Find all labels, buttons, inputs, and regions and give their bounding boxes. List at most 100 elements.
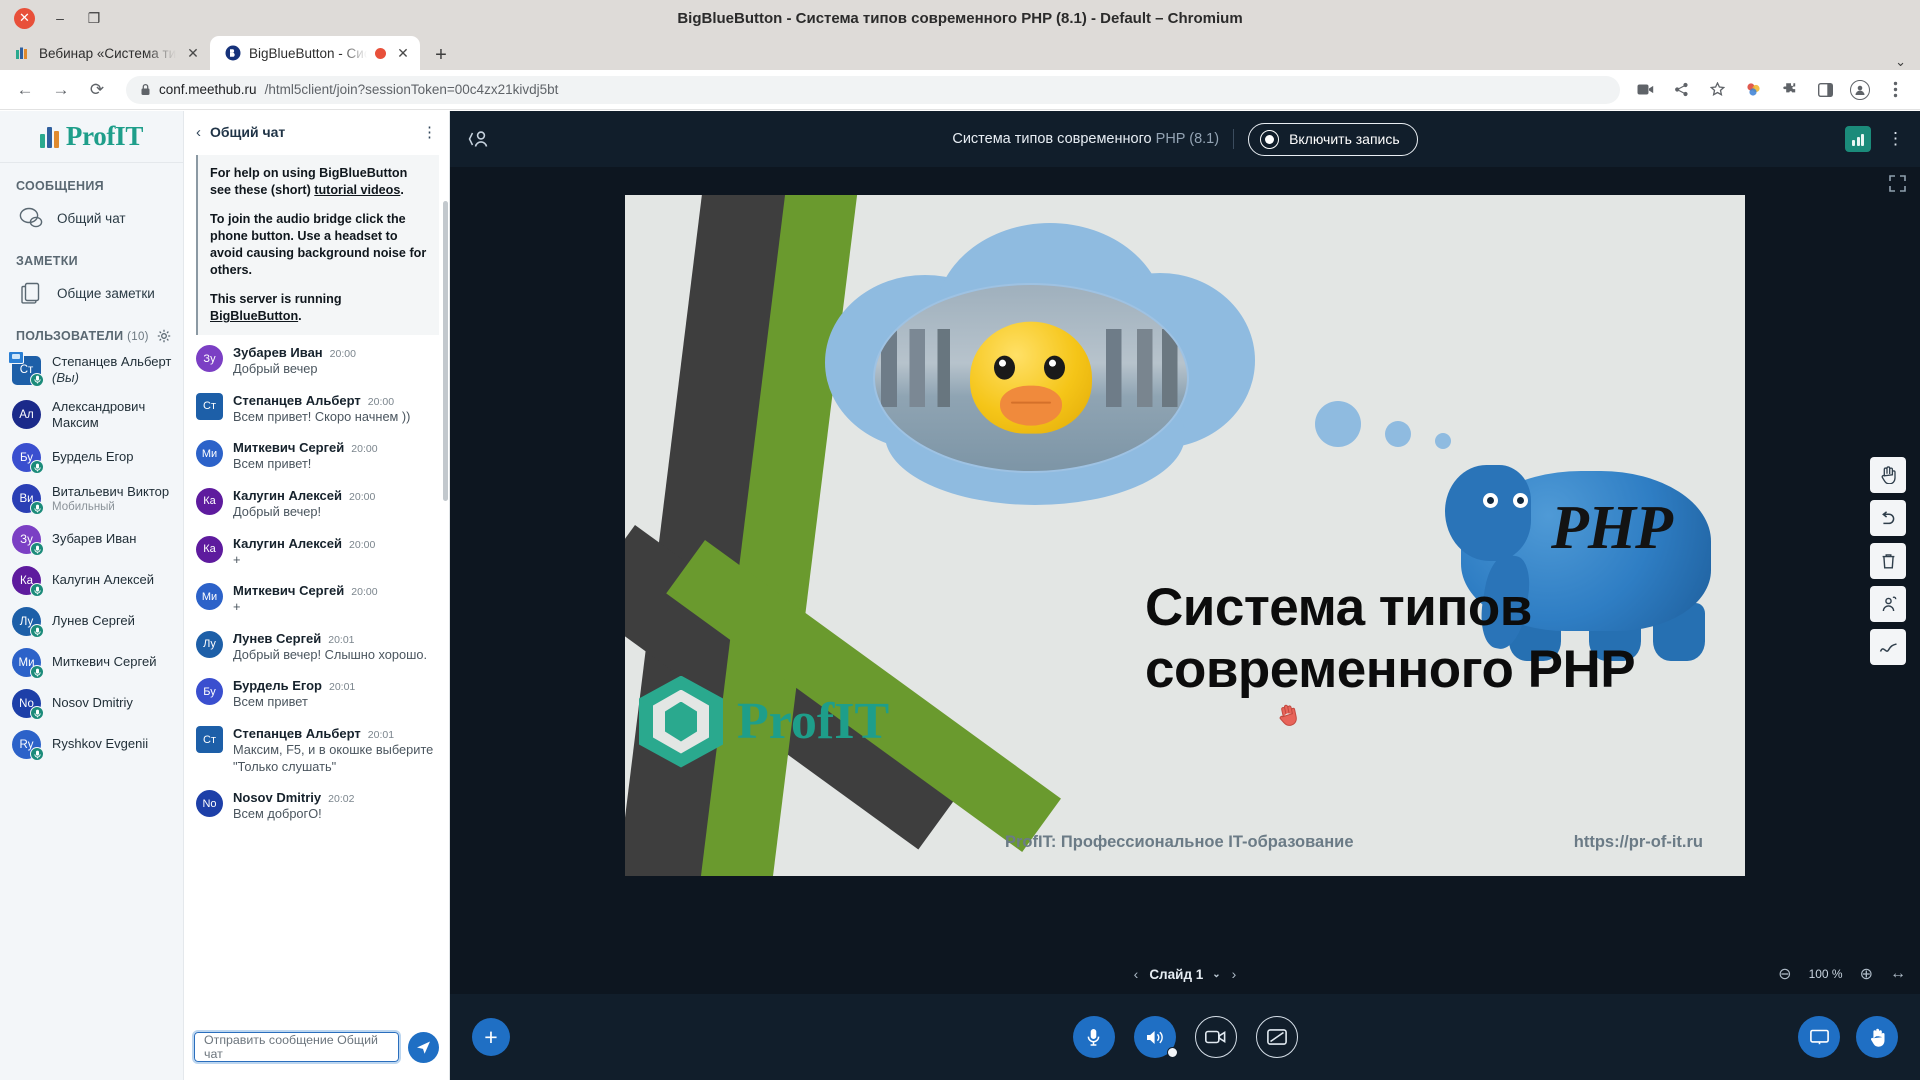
back-icon[interactable]: ← — [10, 75, 40, 105]
chat-panel-header: ‹ Общий чат ⋮ — [184, 111, 449, 153]
chat-message-time: 20:01 — [329, 681, 356, 694]
thought-cloud-graphic — [785, 215, 1285, 545]
slide-canvas[interactable]: PHP ProfIT Система типов современного PH… — [625, 194, 1745, 876]
avatar: Бу — [12, 443, 44, 474]
user-list-item[interactable]: Бу Бурдель Егор — [0, 437, 183, 478]
slide-profit-logo: ProfIT — [639, 675, 889, 768]
user-list-item[interactable]: Ст Степанцев Альберт (Вы) — [0, 348, 183, 393]
chat-input-row: Отправить сообщение Общий чат — [184, 1022, 449, 1080]
presentation-toggle-button[interactable] — [1798, 1016, 1840, 1058]
tabstrip-menu-icon[interactable]: ⌄ — [1895, 54, 1920, 70]
chat-message-author: Калугин Алексей — [233, 487, 343, 503]
user-list-item[interactable]: Лу Лунев Сергей — [0, 601, 183, 642]
puzzle-extension-icon[interactable] — [1778, 79, 1800, 101]
user-list-item[interactable]: Ви Витальевич Виктор Мобильный — [0, 478, 183, 519]
chat-message: Ст Степанцев Альберт 20:01 Максим, F5, и в … — [196, 726, 439, 775]
share-webcam-button[interactable] — [1194, 1016, 1237, 1058]
pencil-tool[interactable] — [1870, 629, 1906, 665]
sidebar-item-public-chat[interactable]: Общий чат — [0, 198, 183, 238]
presentation-area[interactable]: PHP ProfIT Система типов современного PH… — [450, 167, 1920, 903]
leave-audio-button[interactable] — [1133, 1016, 1178, 1058]
user-list-item[interactable]: Ал Александрович Максим — [0, 393, 183, 438]
browser-tab-1[interactable]: Вебинар «Система типов ✕ — [0, 36, 210, 70]
microphone-icon — [1086, 1028, 1101, 1047]
chat-message-author: Бурдель Егор — [233, 678, 322, 694]
raise-hand-button[interactable] — [1856, 1016, 1898, 1058]
actions-plus-button[interactable]: + — [472, 1018, 510, 1056]
user-list-item[interactable]: Ry Ryshkov Evgenii — [0, 724, 183, 765]
user-name: Зубарев Иван — [52, 531, 137, 547]
bookmark-star-icon[interactable] — [1706, 79, 1728, 101]
profit-favicon-icon — [14, 45, 31, 62]
user-list-item[interactable]: Ка Калугин Алексей — [0, 560, 183, 601]
mute-microphone-button[interactable] — [1072, 1016, 1115, 1058]
browser-tab-2[interactable]: BigBlueButton - Систе ✕ — [210, 36, 420, 70]
extension-color-icon[interactable] — [1742, 79, 1764, 101]
avatar: No — [196, 790, 223, 823]
window-close-button[interactable]: ✕ — [14, 7, 35, 29]
user-list-item[interactable]: No Nosov Dmitriy — [0, 683, 183, 724]
delete-annotations-tool[interactable] — [1870, 543, 1906, 579]
options-kebab-icon[interactable]: ⋮ — [1887, 129, 1904, 149]
address-bar[interactable]: conf.meethub.ru /html5client/join?sessio… — [126, 75, 1620, 104]
window-minimize-button[interactable]: – — [51, 9, 69, 27]
fit-to-width-button[interactable]: ↔ — [1890, 965, 1906, 983]
rubber-duck-graphic — [956, 321, 1106, 449]
welcome-link[interactable]: tutorial videos — [314, 183, 400, 197]
chat-welcome-message: For help on using BigBlueButton see thes… — [196, 155, 439, 335]
chat-message-list[interactable]: For help on using BigBlueButton see thes… — [184, 153, 449, 1022]
browser-menu-icon[interactable] — [1884, 79, 1906, 101]
chat-message-time: 20:02 — [328, 793, 355, 806]
window-maximize-button[interactable]: ❐ — [85, 9, 103, 27]
slide-selector-dropdown[interactable]: Слайд 1 ⌄ — [1149, 967, 1220, 982]
avatar-initials: Ми — [196, 440, 223, 468]
send-paper-plane-icon — [416, 1040, 431, 1055]
lock-icon — [140, 83, 151, 96]
next-slide-button[interactable]: › — [1232, 966, 1237, 982]
start-recording-button[interactable]: Включить запись — [1248, 122, 1418, 156]
browser-tab-2-close-icon[interactable]: ✕ — [394, 44, 412, 62]
pan-tool[interactable] — [1870, 457, 1906, 493]
avatar: Ал — [12, 400, 41, 430]
share-icon[interactable] — [1670, 79, 1692, 101]
presentation-toolbar — [1870, 457, 1906, 665]
sidebar-item-shared-notes[interactable]: Общие заметки — [0, 273, 183, 313]
user-list-item[interactable]: Зу Зубарев Иван — [0, 519, 183, 560]
forward-icon[interactable]: → — [46, 75, 76, 105]
profile-avatar-icon[interactable] — [1850, 79, 1870, 100]
camera-icon[interactable] — [1634, 79, 1656, 101]
multi-user-whiteboard-tool[interactable] — [1870, 586, 1906, 622]
slide-title: Система типов современного PHP — [1145, 577, 1725, 701]
undo-tool[interactable] — [1870, 500, 1906, 536]
previous-slide-button[interactable]: ‹ — [1134, 966, 1139, 982]
user-name: Миткевич Сергей — [52, 654, 157, 670]
gear-icon[interactable] — [157, 329, 171, 343]
chat-message-author: Лунев Сергей — [233, 630, 322, 646]
welcome-link[interactable]: BigBlueButton — [210, 309, 298, 323]
reload-icon[interactable]: ⟳ — [82, 75, 112, 105]
connection-status-icon[interactable] — [1845, 126, 1871, 152]
chat-message-input[interactable]: Отправить сообщение Общий чат — [192, 1030, 401, 1064]
stop-screenshare-button[interactable] — [1255, 1016, 1298, 1058]
zoom-in-button[interactable]: ⊕ — [1860, 964, 1873, 984]
chat-back-icon[interactable]: ‹ — [196, 124, 201, 141]
window-controls: ✕ – ❐ — [0, 7, 103, 29]
microphone-badge-icon — [30, 501, 44, 515]
chat-message-time: 20:00 — [329, 348, 356, 360]
chat-scrollbar[interactable] — [443, 201, 448, 501]
user-list-toggle-button[interactable] — [466, 128, 492, 150]
browser-tab-1-close-icon[interactable]: ✕ — [184, 44, 202, 62]
user-list-item[interactable]: Ми Миткевич Сергей — [0, 642, 183, 683]
trash-icon — [1881, 553, 1896, 570]
sidepanel-icon[interactable] — [1814, 79, 1836, 101]
multi-user-whiteboard-icon — [1880, 596, 1897, 613]
fullscreen-icon[interactable] — [1889, 175, 1906, 192]
zoom-out-button[interactable]: ⊖ — [1778, 964, 1791, 984]
send-message-button[interactable] — [408, 1031, 439, 1063]
chat-message-author: Степанцев Альберт — [233, 726, 361, 741]
new-tab-button[interactable]: + — [426, 40, 456, 70]
avatar: Зу — [12, 525, 44, 556]
avatar-initials: Ст — [196, 392, 223, 420]
chat-options-kebab-icon[interactable]: ⋮ — [422, 123, 437, 141]
topbar-right-group: ⋮ — [1845, 126, 1904, 152]
